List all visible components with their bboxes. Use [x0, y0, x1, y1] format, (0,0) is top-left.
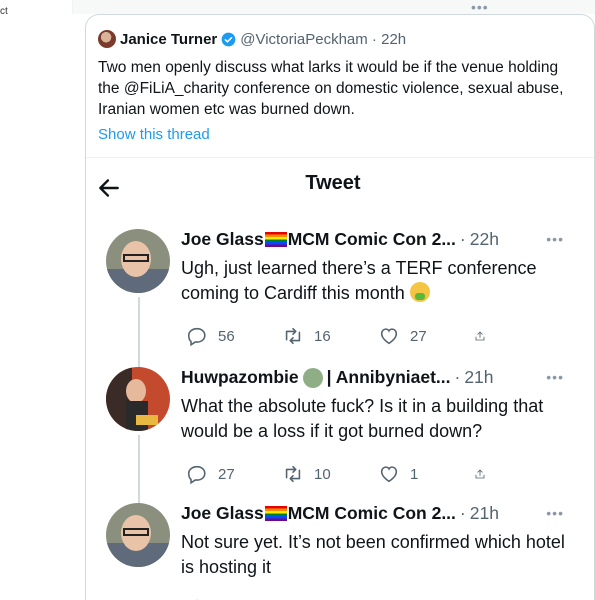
author-name-part[interactable]: MCM Comic Con 2...: [288, 229, 456, 250]
avatar[interactable]: [98, 30, 116, 48]
heart-icon: [380, 466, 398, 483]
reply-button[interactable]: 56: [186, 325, 256, 347]
timestamp[interactable]: 22h: [381, 31, 406, 48]
reply-count: 27: [218, 465, 235, 483]
reply-header: Huwpazombie | Annibyniaet... · 21h: [181, 367, 494, 388]
retweet-count: 16: [314, 327, 331, 345]
reply-icon: [187, 465, 206, 485]
author-name-part[interactable]: MCM Comic Con 2...: [288, 503, 456, 524]
verified-badge-icon: [221, 32, 236, 46]
author-name-part[interactable]: | Annibyniaet...: [327, 367, 451, 388]
reply-button[interactable]: 27: [186, 463, 256, 485]
avatar[interactable]: [106, 229, 170, 293]
action-bar: 56 16 27: [186, 325, 496, 347]
share-icon: [475, 331, 485, 341]
reply-header: Joe Glass MCM Comic Con 2... · 21h: [181, 503, 499, 524]
timestamp[interactable]: 21h: [464, 367, 493, 388]
quoted-tweet-text: Two men openly discuss what larks it wou…: [98, 59, 564, 118]
separator-dot: ·: [459, 229, 466, 249]
rainbow-flag-icon: [264, 232, 287, 247]
quoted-tweet[interactable]: Janice Turner @VictoriaPeckham · 22h Two…: [86, 15, 594, 158]
like-button[interactable]: 27: [378, 325, 448, 347]
like-count: 27: [410, 327, 427, 345]
author-handle[interactable]: @VictoriaPeckham: [240, 31, 368, 48]
separator-dot: ·: [367, 30, 382, 48]
share-icon: [475, 469, 485, 479]
show-thread-link[interactable]: Show this thread: [98, 126, 210, 143]
retweet-icon: [285, 327, 301, 345]
page-title: Tweet: [305, 172, 361, 194]
author-name-part[interactable]: Joe Glass: [181, 229, 264, 250]
more-icon[interactable]: •••: [546, 231, 564, 247]
reply-icon: [187, 327, 206, 347]
reply-tweet[interactable]: Joe Glass MCM Comic Con 2... · 22h ••• U…: [86, 229, 594, 349]
heart-icon: [380, 328, 398, 345]
share-button[interactable]: [474, 325, 496, 347]
timestamp[interactable]: 22h: [470, 229, 499, 250]
zombie-icon: [302, 367, 323, 388]
separator-dot: ·: [459, 503, 466, 523]
nauseated-face-icon: [409, 282, 430, 302]
like-count: 1: [410, 465, 419, 483]
tweet-card: Janice Turner @VictoriaPeckham · 22h Two…: [85, 14, 595, 600]
more-icon[interactable]: •••: [471, 0, 489, 14]
avatar[interactable]: [106, 503, 170, 567]
retweet-count: 10: [314, 465, 331, 483]
retweet-button[interactable]: 10: [282, 463, 352, 485]
top-strip: •••: [72, 0, 595, 14]
quoted-tweet-header: Janice Turner @VictoriaPeckham · 22h: [98, 30, 406, 48]
reply-count: 56: [218, 327, 235, 345]
timestamp[interactable]: 21h: [470, 503, 499, 524]
reply-text: What the absolute fuck? Is it in a build…: [181, 396, 544, 441]
retweet-button[interactable]: 16: [282, 325, 352, 347]
like-button[interactable]: 1: [378, 463, 448, 485]
more-icon[interactable]: •••: [546, 505, 564, 521]
edge-text: ct: [0, 6, 8, 17]
reply-text: Ugh, just learned there’s a TERF confere…: [181, 256, 581, 306]
author-name-part[interactable]: Joe Glass: [181, 503, 264, 524]
more-icon[interactable]: •••: [546, 369, 564, 385]
retweet-icon: [285, 465, 301, 483]
reply-tweet[interactable]: Joe Glass MCM Comic Con 2... · 21h ••• N…: [86, 503, 594, 600]
author-name-part[interactable]: Huwpazombie: [181, 367, 299, 388]
rainbow-flag-icon: [264, 506, 287, 521]
action-bar: 27 10 1: [186, 463, 496, 485]
share-button[interactable]: [474, 463, 496, 485]
avatar[interactable]: [106, 367, 170, 431]
reply-text: Not sure yet. It’s not been confirmed wh…: [181, 532, 565, 577]
reply-header: Joe Glass MCM Comic Con 2... · 22h: [181, 229, 499, 250]
reply-text-body: Ugh, just learned there’s a TERF confere…: [181, 258, 537, 303]
reply-tweet[interactable]: Huwpazombie | Annibyniaet... · 21h ••• W…: [86, 367, 594, 487]
author-name[interactable]: Janice Turner: [120, 31, 217, 48]
separator-dot: ·: [454, 367, 461, 387]
